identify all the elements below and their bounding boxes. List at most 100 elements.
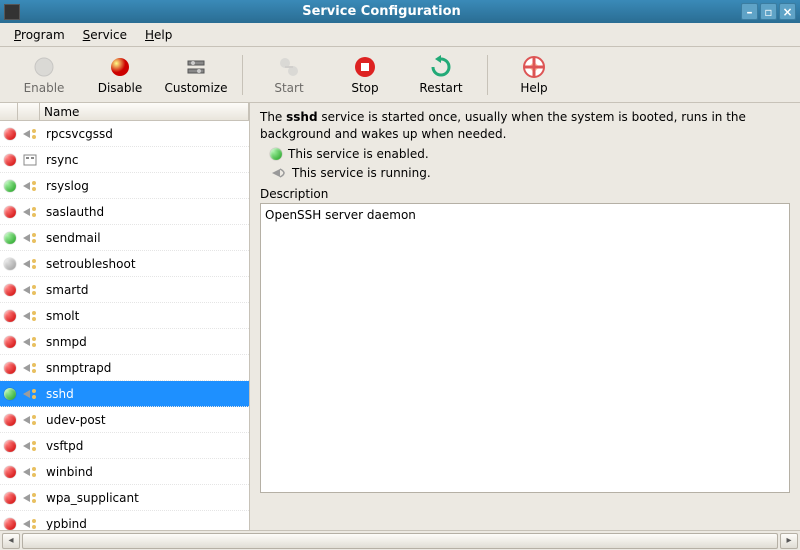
detail-panel: The sshd service is started once, usuall… bbox=[250, 103, 800, 530]
header-status[interactable] bbox=[0, 103, 18, 120]
service-row-snmptrapd[interactable]: snmptrapd bbox=[0, 355, 249, 381]
status-dot-icon bbox=[2, 438, 18, 454]
list-header: Name bbox=[0, 103, 249, 121]
status-dot-icon bbox=[2, 282, 18, 298]
customize-label: Customize bbox=[165, 81, 228, 95]
help-icon bbox=[522, 55, 546, 79]
toolbar: Enable Disable Customize Start Stop Rest… bbox=[0, 47, 800, 103]
service-row-rsync[interactable]: rsync bbox=[0, 147, 249, 173]
stop-icon bbox=[353, 55, 377, 79]
header-name[interactable]: Name bbox=[40, 103, 249, 120]
service-summary: The sshd service is started once, usuall… bbox=[260, 109, 790, 143]
network-service-icon bbox=[20, 516, 40, 531]
service-name-label: udev-post bbox=[42, 413, 106, 427]
service-row-wpa_supplicant[interactable]: wpa_supplicant bbox=[0, 485, 249, 511]
content-area: Name rpcsvcgssd rsync rsyslog saslauthd send… bbox=[0, 103, 800, 530]
service-row-winbind[interactable]: winbind bbox=[0, 459, 249, 485]
menu-program[interactable]: Program bbox=[6, 26, 73, 44]
service-row-smolt[interactable]: smolt bbox=[0, 303, 249, 329]
service-name-label: vsftpd bbox=[42, 439, 83, 453]
stop-button[interactable]: Stop bbox=[329, 51, 401, 99]
status-dot-icon bbox=[2, 334, 18, 350]
scroll-right-button[interactable]: ▸ bbox=[780, 533, 798, 549]
status-dot-icon bbox=[2, 386, 18, 402]
status-dot-icon bbox=[2, 412, 18, 428]
menu-help[interactable]: Help bbox=[137, 26, 180, 44]
status-dot-icon bbox=[2, 152, 18, 168]
service-name-label: snmptrapd bbox=[42, 361, 111, 375]
start-icon bbox=[277, 55, 301, 79]
service-row-smartd[interactable]: smartd bbox=[0, 277, 249, 303]
service-row-ypbind[interactable]: ypbind bbox=[0, 511, 249, 530]
enable-icon bbox=[32, 55, 56, 79]
running-status-line: This service is running. bbox=[270, 165, 790, 181]
status-dot-icon bbox=[2, 516, 18, 531]
service-name-bold: sshd bbox=[286, 110, 317, 124]
service-name-label: rsyslog bbox=[42, 179, 89, 193]
service-row-saslauthd[interactable]: saslauthd bbox=[0, 199, 249, 225]
service-row-vsftpd[interactable]: vsftpd bbox=[0, 433, 249, 459]
disable-label: Disable bbox=[98, 81, 143, 95]
status-dot-icon bbox=[2, 256, 18, 272]
toolbar-separator bbox=[487, 55, 488, 95]
network-service-icon bbox=[20, 204, 40, 220]
maximize-button[interactable]: ▫ bbox=[760, 3, 777, 20]
service-name-label: saslauthd bbox=[42, 205, 104, 219]
status-dot-icon bbox=[2, 178, 18, 194]
app-icon bbox=[4, 4, 20, 20]
network-service-icon bbox=[20, 464, 40, 480]
service-name-label: ypbind bbox=[42, 517, 87, 531]
disable-icon bbox=[108, 55, 132, 79]
status-dot-icon bbox=[2, 308, 18, 324]
service-name-label: snmpd bbox=[42, 335, 87, 349]
scroll-track[interactable] bbox=[22, 533, 778, 549]
network-service-icon bbox=[20, 282, 40, 298]
service-name-label: rpcsvcgssd bbox=[42, 127, 113, 141]
service-name-label: smartd bbox=[42, 283, 89, 297]
service-list[interactable]: rpcsvcgssd rsync rsyslog saslauthd sendmail s… bbox=[0, 121, 249, 530]
service-row-udev-post[interactable]: udev-post bbox=[0, 407, 249, 433]
running-status-text: This service is running. bbox=[292, 166, 431, 180]
network-service-icon bbox=[20, 386, 40, 402]
customize-button[interactable]: Customize bbox=[160, 51, 232, 99]
description-text: OpenSSH server daemon bbox=[265, 208, 416, 222]
scroll-left-button[interactable]: ◂ bbox=[2, 533, 20, 549]
service-name-label: setroubleshoot bbox=[42, 257, 136, 271]
menubar: Program Service Help bbox=[0, 23, 800, 47]
network-service-icon bbox=[20, 178, 40, 194]
description-box: OpenSSH server daemon bbox=[260, 203, 790, 493]
description-label: Description bbox=[260, 187, 790, 201]
service-name-label: sendmail bbox=[42, 231, 101, 245]
service-name-label: rsync bbox=[42, 153, 79, 167]
help-button[interactable]: Help bbox=[498, 51, 570, 99]
service-row-snmpd[interactable]: snmpd bbox=[0, 329, 249, 355]
network-service-icon bbox=[20, 334, 40, 350]
service-list-panel: Name rpcsvcgssd rsync rsyslog saslauthd send… bbox=[0, 103, 250, 530]
close-button[interactable]: × bbox=[779, 3, 796, 20]
service-row-sendmail[interactable]: sendmail bbox=[0, 225, 249, 251]
service-name-label: sshd bbox=[42, 387, 74, 401]
horizontal-scrollbar[interactable]: ◂ ▸ bbox=[0, 530, 800, 550]
header-type[interactable] bbox=[18, 103, 40, 120]
status-dot-icon bbox=[2, 464, 18, 480]
service-name-label: winbind bbox=[42, 465, 93, 479]
menu-service[interactable]: Service bbox=[75, 26, 135, 44]
service-row-sshd[interactable]: sshd bbox=[0, 381, 249, 407]
service-row-setroubleshoot[interactable]: setroubleshoot bbox=[0, 251, 249, 277]
minimize-button[interactable]: – bbox=[741, 3, 758, 20]
service-name-label: smolt bbox=[42, 309, 79, 323]
enable-label: Enable bbox=[24, 81, 65, 95]
titlebar: Service Configuration – ▫ × bbox=[0, 0, 800, 23]
start-button: Start bbox=[253, 51, 325, 99]
status-dot-icon bbox=[2, 490, 18, 506]
service-row-rpcsvcgssd[interactable]: rpcsvcgssd bbox=[0, 121, 249, 147]
restart-button[interactable]: Restart bbox=[405, 51, 477, 99]
enabled-status-text: This service is enabled. bbox=[288, 147, 429, 161]
service-row-rsyslog[interactable]: rsyslog bbox=[0, 173, 249, 199]
scroll-thumb[interactable] bbox=[23, 534, 777, 548]
running-icon bbox=[270, 165, 286, 181]
network-service-icon bbox=[20, 438, 40, 454]
disable-button[interactable]: Disable bbox=[84, 51, 156, 99]
network-service-icon bbox=[20, 360, 40, 376]
service-name-label: wpa_supplicant bbox=[42, 491, 139, 505]
